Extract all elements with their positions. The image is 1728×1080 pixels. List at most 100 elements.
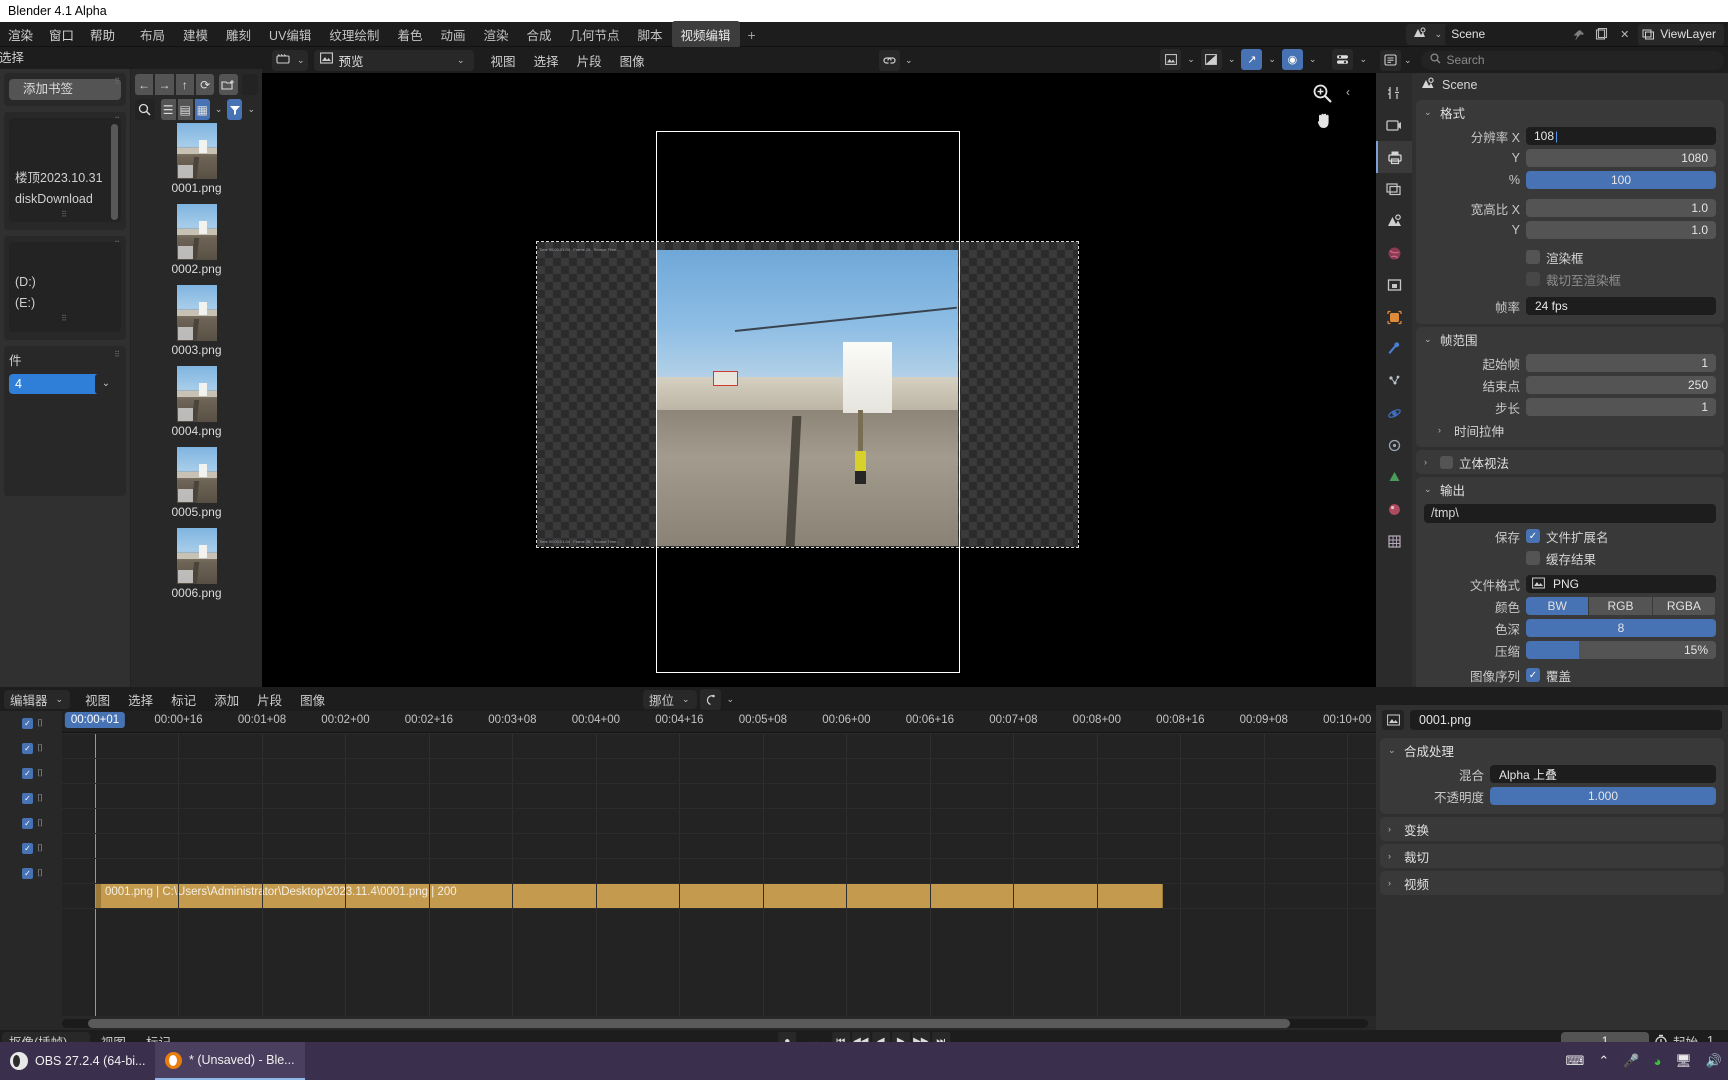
file-grid-item[interactable]: 0004.png [131, 366, 262, 438]
properties-tab-constraint-icon[interactable] [1376, 429, 1412, 461]
properties-tab-world-icon[interactable] [1376, 237, 1412, 269]
refresh-icon[interactable]: ⟳ [195, 74, 215, 95]
aspect-y-field[interactable]: 1.0 [1526, 221, 1716, 239]
proportional-edit-icon[interactable] [699, 688, 721, 710]
chevron-down-icon[interactable]: ⌄ [53, 694, 67, 705]
forward-arrow-icon[interactable]: → [155, 74, 174, 95]
strip-section-header[interactable]: › 变换 [1380, 817, 1724, 841]
blend-field[interactable]: Alpha 上叠 [1490, 765, 1716, 783]
properties-tab-object-icon[interactable] [1376, 301, 1412, 333]
preview-settings-icon[interactable] [1332, 49, 1354, 70]
preview-menu-0[interactable]: 视图 [482, 51, 525, 70]
workspace-tab-1[interactable]: 建模 [174, 21, 217, 48]
channel-row-5[interactable]: ✓ ⌷ [0, 836, 62, 861]
display-detail-icon[interactable]: ▤ [177, 99, 193, 120]
sequencer-menu-4[interactable]: 片段 [248, 690, 291, 709]
search-icon[interactable] [135, 99, 155, 120]
file-grid-item[interactable]: 0002.png [131, 204, 262, 276]
frame-start-field[interactable]: 1 [1526, 354, 1716, 372]
overwrite-checkbox[interactable]: ✓ [1526, 668, 1540, 682]
sequencer-strip[interactable]: 0001.png | C:\Users\Administrator\Deskto… [95, 883, 1163, 909]
properties-tab-physics-icon[interactable] [1376, 397, 1412, 429]
display-list-icon[interactable]: ☰ [160, 99, 176, 120]
wechat-icon[interactable]: ◕ [1653, 1054, 1661, 1069]
percent-field[interactable]: 100 [1526, 171, 1716, 189]
keyboard-icon[interactable]: ⌨ [1566, 1053, 1585, 1069]
editor-type-chevron-icon[interactable]: ⌄ [294, 55, 308, 66]
properties-tab-data-icon[interactable] [1376, 461, 1412, 493]
properties-tab-collection-icon[interactable] [1376, 269, 1412, 301]
preview-canvas[interactable]: Time 00:00:01.04 Frame 26 Source Time...… [262, 73, 1376, 687]
pin-icon[interactable] [1569, 24, 1588, 45]
volume-item[interactable]: (E:) [15, 293, 115, 314]
workspace-tab-0[interactable]: 布局 [131, 21, 174, 48]
top-menu-2[interactable]: 帮助 [90, 25, 115, 44]
network-icon[interactable]: 🖥 [1675, 1053, 1692, 1069]
link-chevron-icon[interactable]: ⌄ [902, 55, 916, 66]
opacity-field[interactable]: 1.000 [1490, 787, 1716, 805]
fps-field[interactable]: 24 fps [1526, 297, 1716, 315]
recent-item[interactable]: diskDownload [15, 189, 115, 210]
overlay-chevron-icon[interactable]: ⌄ [1265, 54, 1279, 65]
scene-selector[interactable]: ⌄ Scene [1405, 24, 1566, 45]
sequencer-menu-1[interactable]: 选择 [119, 690, 162, 709]
compression-slider[interactable]: 15% [1526, 641, 1716, 659]
channel-row-2[interactable]: ✓ ⌷ [0, 761, 62, 786]
file-extensions-checkbox[interactable]: ✓ [1526, 529, 1540, 543]
strip-handle-left[interactable] [96, 884, 101, 908]
channel-visibility-checkbox[interactable]: ✓ [22, 718, 33, 729]
frame-step-field[interactable]: 1 [1526, 398, 1716, 416]
scene-name-field[interactable]: Scene [1445, 24, 1566, 45]
scene-dropdown-chevron[interactable]: ⌄ [1432, 29, 1446, 40]
output-panel-header[interactable]: ⌄ 输出 [1416, 477, 1724, 501]
file-grid[interactable]: 0001.png 0002.png 0003.png 0004.png 0005.png… [131, 123, 262, 687]
color-mode-option-rgba[interactable]: RGBA [1652, 597, 1716, 615]
playhead-indicator[interactable]: 00:00+01 [64, 712, 126, 728]
channel-lock-icon[interactable]: ⌷ [37, 793, 43, 804]
microphone-icon[interactable]: 🎤 [1623, 1053, 1639, 1069]
delete-scene-icon[interactable]: ✕ [1615, 24, 1634, 45]
sequencer-menu-5[interactable]: 图像 [291, 690, 334, 709]
chevron-down-icon[interactable]: ⌄ [95, 374, 117, 394]
properties-tab-scene-icon[interactable] [1376, 205, 1412, 237]
overlay-arrow-icon[interactable]: ↗ [1241, 49, 1263, 70]
channel-visibility-checkbox[interactable]: ✓ [22, 768, 33, 779]
color-mode-option-rgb[interactable]: RGB [1589, 597, 1653, 615]
color-mode-option-bw[interactable]: BW [1526, 597, 1590, 615]
recent-item[interactable]: 楼顶2023.10.31 [15, 168, 115, 189]
time-stretch-subpanel[interactable]: › 时间拉伸 [1416, 419, 1724, 441]
top-menu-1[interactable]: 窗口 [49, 25, 74, 44]
channel-row-1[interactable]: ✓ ⌷ [0, 736, 62, 761]
editor-type-selector[interactable]: ⌄ [272, 49, 308, 71]
panel-grip[interactable]: ⠿ [114, 77, 121, 86]
hand-pan-icon[interactable] [1315, 110, 1334, 135]
channel-row-4[interactable]: ✓ ⌷ [0, 811, 62, 836]
gizmo-chevron-icon[interactable]: ⌄ [1306, 54, 1320, 65]
file-browser-select-menu[interactable]: 选择 [0, 51, 33, 65]
new-scene-icon[interactable] [1592, 24, 1611, 45]
snap-selector[interactable]: 挪位 ⌄ [642, 689, 697, 709]
display-grid-icon[interactable]: ▦ [194, 99, 210, 120]
sequencer-timeline-ruler[interactable]: 00:00+01 00:00+16 00:01+08 00:02+00 00:02+16… [0, 711, 1376, 733]
link-icon[interactable] [879, 50, 900, 71]
preview-menu-2[interactable]: 片段 [568, 51, 611, 70]
workspace-tab-2[interactable]: 雕刻 [217, 21, 260, 48]
channel-visibility-checkbox[interactable]: ✓ [22, 868, 33, 879]
chevron-up-icon[interactable]: ⌃ [1598, 1053, 1609, 1069]
top-menu-0[interactable]: 渲染 [8, 25, 33, 44]
properties-tab-modifier-icon[interactable] [1376, 333, 1412, 365]
file-grid-item[interactable]: 0005.png [131, 447, 262, 519]
viewlayer-field[interactable]: ViewLayer [1638, 24, 1724, 45]
channel-lock-icon[interactable]: ⌷ [37, 768, 43, 779]
add-workspace-button[interactable]: + [740, 25, 764, 45]
filename-field[interactable]: 4 [9, 374, 105, 394]
channel-visibility-checkbox[interactable]: ✓ [22, 818, 33, 829]
properties-tab-output-icon[interactable] [1376, 141, 1412, 173]
view-mode-chevron-icon[interactable]: ⌄ [454, 55, 468, 66]
channel-lock-icon[interactable]: ⌷ [37, 843, 43, 854]
channel-row-6[interactable]: ✓ ⌷ [0, 861, 62, 886]
properties-tab-tool-icon[interactable] [1376, 77, 1412, 109]
channel-visibility-checkbox[interactable]: ✓ [22, 743, 33, 754]
volume-icon[interactable]: 🔊 [1706, 1053, 1722, 1069]
render-region-checkbox[interactable] [1526, 250, 1540, 264]
